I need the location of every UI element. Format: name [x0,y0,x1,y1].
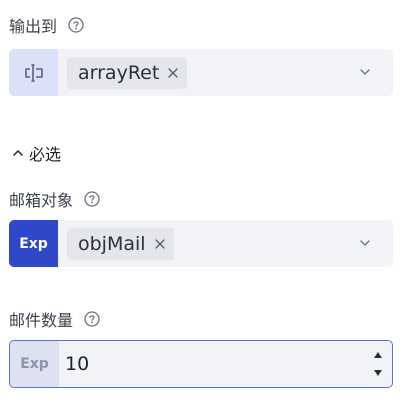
number-value[interactable]: 10 [65,353,89,375]
variable-toggle[interactable] [9,49,58,96]
expression-toggle-label: Exp [19,235,48,252]
close-icon[interactable] [154,238,165,249]
increment-icon[interactable] [372,349,384,361]
tag-label: objMail [78,232,146,255]
mail-object-label: 邮箱对象 [9,191,74,210]
output-to-select[interactable]: arrayRet [9,49,393,96]
number-spinner [372,349,384,379]
chevron-down-icon[interactable] [359,237,371,249]
mail-object-label-row: 邮箱对象 [9,187,100,211]
variable-icon [23,63,45,83]
chevron-up-icon [12,147,24,159]
help-icon[interactable] [84,311,100,327]
close-icon[interactable] [168,67,178,78]
selected-tag: arrayRet [67,56,188,89]
expression-toggle[interactable]: Exp [9,220,58,267]
expression-toggle[interactable]: Exp [10,341,59,387]
selected-tag: objMail [67,227,174,260]
help-icon[interactable] [68,17,84,33]
decrement-icon[interactable] [372,367,384,379]
mail-count-label-row: 邮件数量 [9,307,100,331]
required-section-label: 必选 [29,145,62,164]
mail-count-label: 邮件数量 [9,311,74,330]
mail-object-select[interactable]: Exp objMail [9,220,393,267]
tag-label: arrayRet [78,61,160,84]
output-to-label: 输出到 [9,17,58,36]
mail-count-input[interactable]: Exp 10 [9,340,393,388]
output-to-label-row: 输出到 [9,13,84,37]
expression-toggle-label: Exp [20,356,49,372]
chevron-down-icon[interactable] [359,66,371,78]
help-icon[interactable] [84,191,100,207]
required-section-toggle[interactable]: 必选 [12,141,61,165]
properties-panel: 输出到 arrayRet 必选 邮箱对象 Exp objMail 邮件数量 Ex… [0,0,404,403]
